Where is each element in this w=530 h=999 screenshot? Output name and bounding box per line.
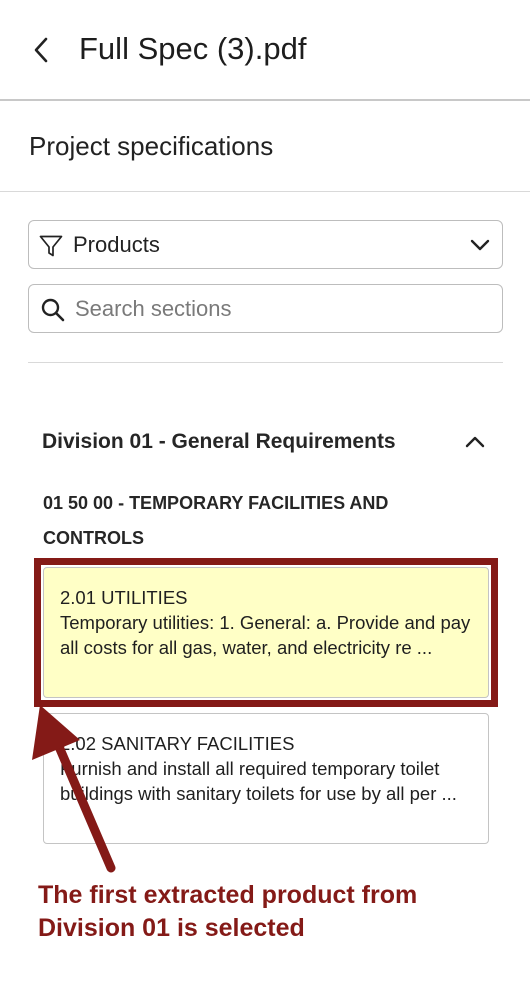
filter-selected-value: Products [73,232,160,257]
app-header: Full Spec (3).pdf [0,0,530,101]
panel-title: Project specifications [29,131,274,161]
selection-highlight-frame [34,558,498,707]
panel-header: Project specifications [0,101,530,192]
filter-funnel-icon [39,235,63,257]
chevron-up-icon[interactable] [463,430,487,454]
search-icon [41,298,65,322]
card-title: 2.02 SANITARY FACILITIES [60,733,295,754]
annotation-caption: The first extracted product from Divisio… [38,881,418,942]
back-button[interactable] [26,30,56,70]
division-header[interactable]: Division 01 - General Requirements [42,424,502,460]
card-excerpt: Furnish and install all required tempora… [60,758,457,804]
division-title: Division 01 - General Requirements [42,430,396,453]
category-filter-dropdown[interactable]: Products [28,220,503,269]
search-field[interactable] [28,284,503,333]
search-input[interactable] [75,293,490,325]
chevron-left-icon [34,37,48,63]
subsection-title: 01 50 00 - TEMPORARY FACILITIES AND CONT… [43,493,389,548]
chevron-down-icon [470,239,490,251]
document-title: Full Spec (3).pdf [79,31,307,66]
spec-item-card[interactable]: 2.02 SANITARY FACILITIES Furnish and ins… [43,713,489,844]
card-content: 2.02 SANITARY FACILITIES Furnish and ins… [60,731,480,806]
divider [28,362,503,363]
